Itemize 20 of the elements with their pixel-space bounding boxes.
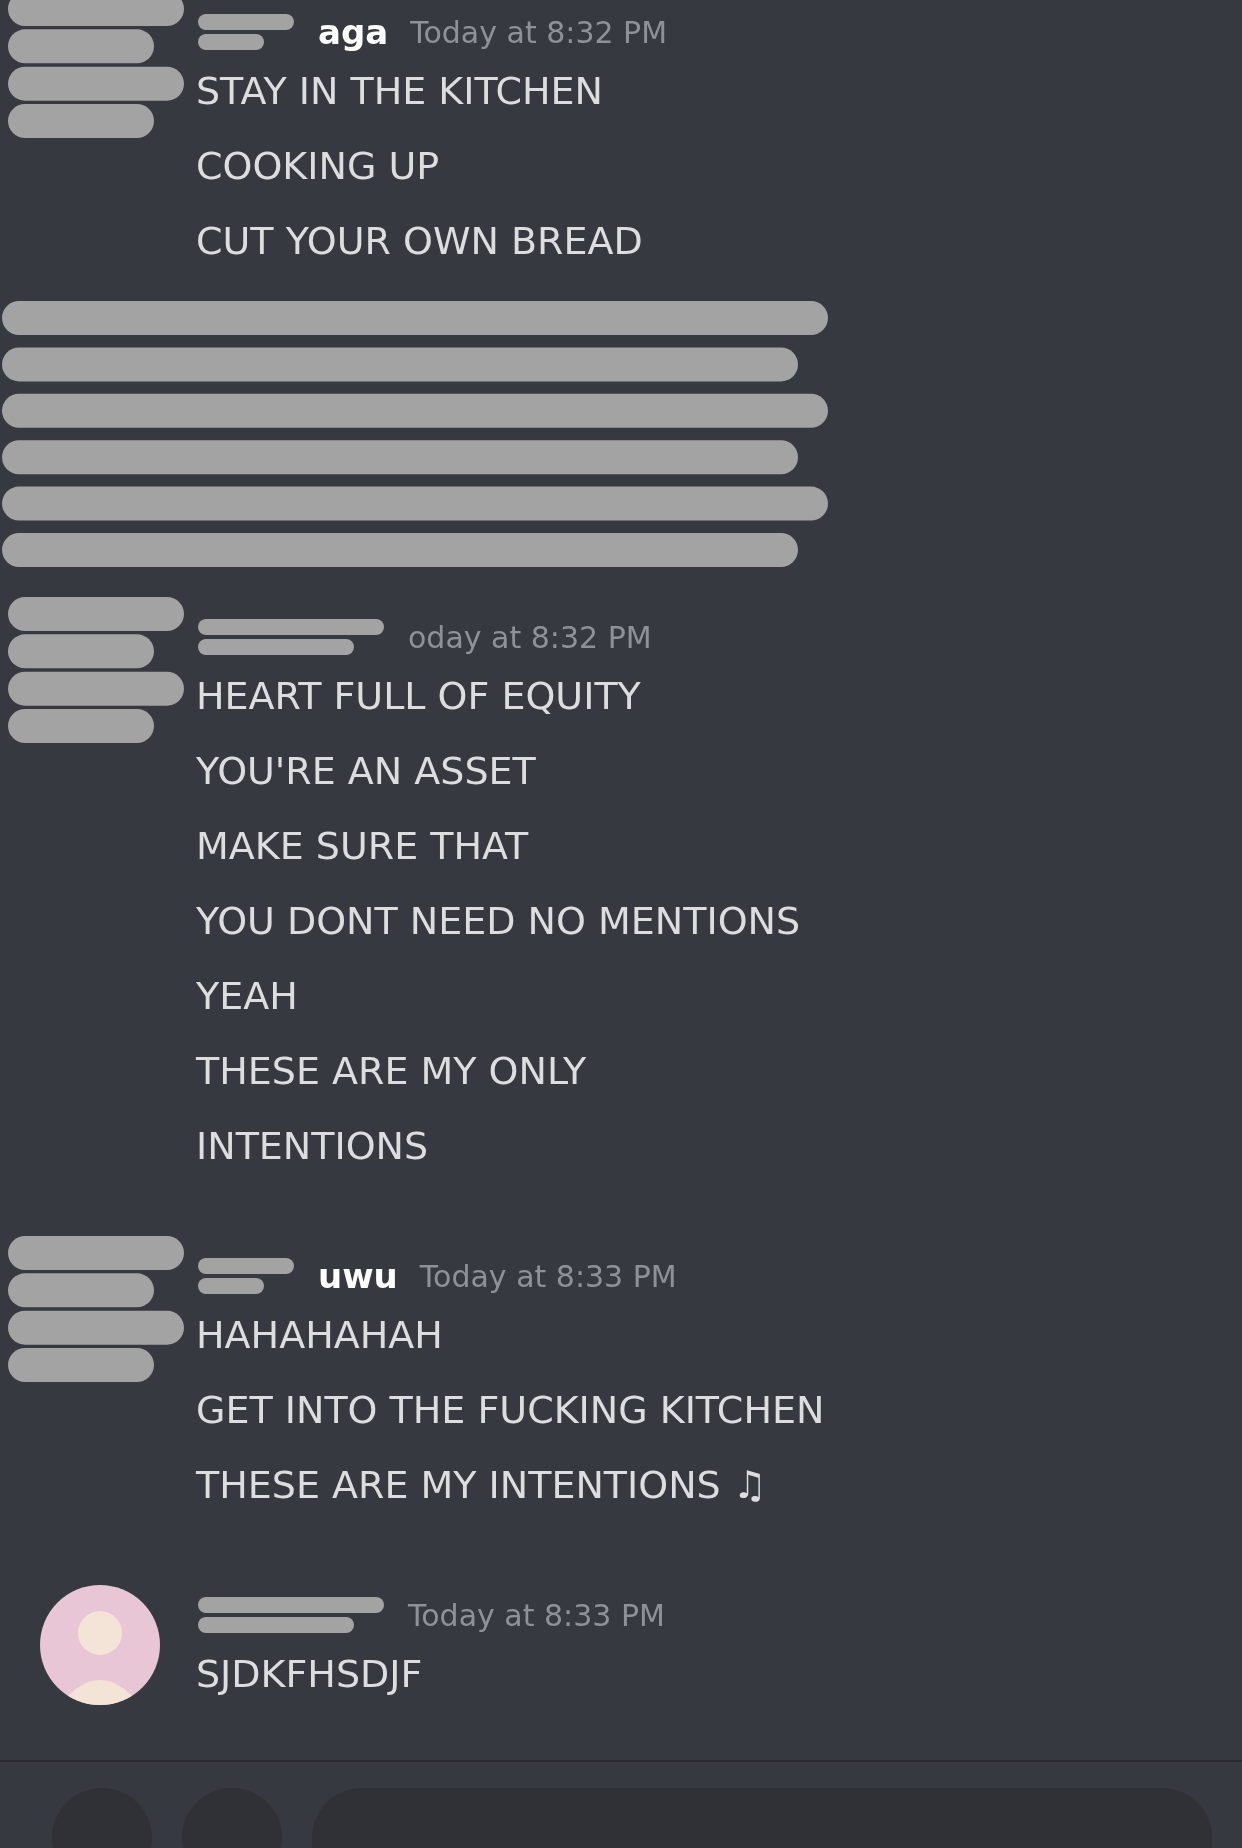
message-text: SJDKFHSDJF xyxy=(196,1651,424,1698)
timestamp: Today at 8:32 PM xyxy=(410,14,668,50)
message-text: THESE ARE MY ONLY xyxy=(196,1048,588,1095)
username[interactable]: aga xyxy=(318,12,389,52)
message-text: STAY IN THE KITCHEN xyxy=(196,68,604,115)
timestamp: Today at 8:33 PM xyxy=(419,1258,677,1294)
timestamp: Today at 8:33 PM xyxy=(408,1597,665,1633)
message-text: COOKING UP xyxy=(196,143,441,190)
message-text: GET INTO THE FUCKING KITCHEN xyxy=(196,1387,826,1434)
username[interactable]: uwu xyxy=(318,1256,398,1296)
timestamp: oday at 8:32 PM xyxy=(408,619,652,655)
message-text: YEAH xyxy=(196,973,299,1020)
message-text: INTENTIONS xyxy=(196,1123,430,1170)
message-text: CUT YOUR OWN BREAD xyxy=(196,218,644,265)
message-text: YOU DONT NEED NO MENTIONS xyxy=(196,898,802,945)
message-text: MAKE SURE THAT xyxy=(196,823,530,870)
message-text: HEART FULL OF EQUITY xyxy=(196,673,642,720)
message-text: THESE ARE MY INTENTIONS ♫ xyxy=(196,1462,768,1509)
message-text: HAHAHAHAH xyxy=(196,1312,444,1359)
message-text: YOU'RE AN ASSET xyxy=(196,748,537,795)
